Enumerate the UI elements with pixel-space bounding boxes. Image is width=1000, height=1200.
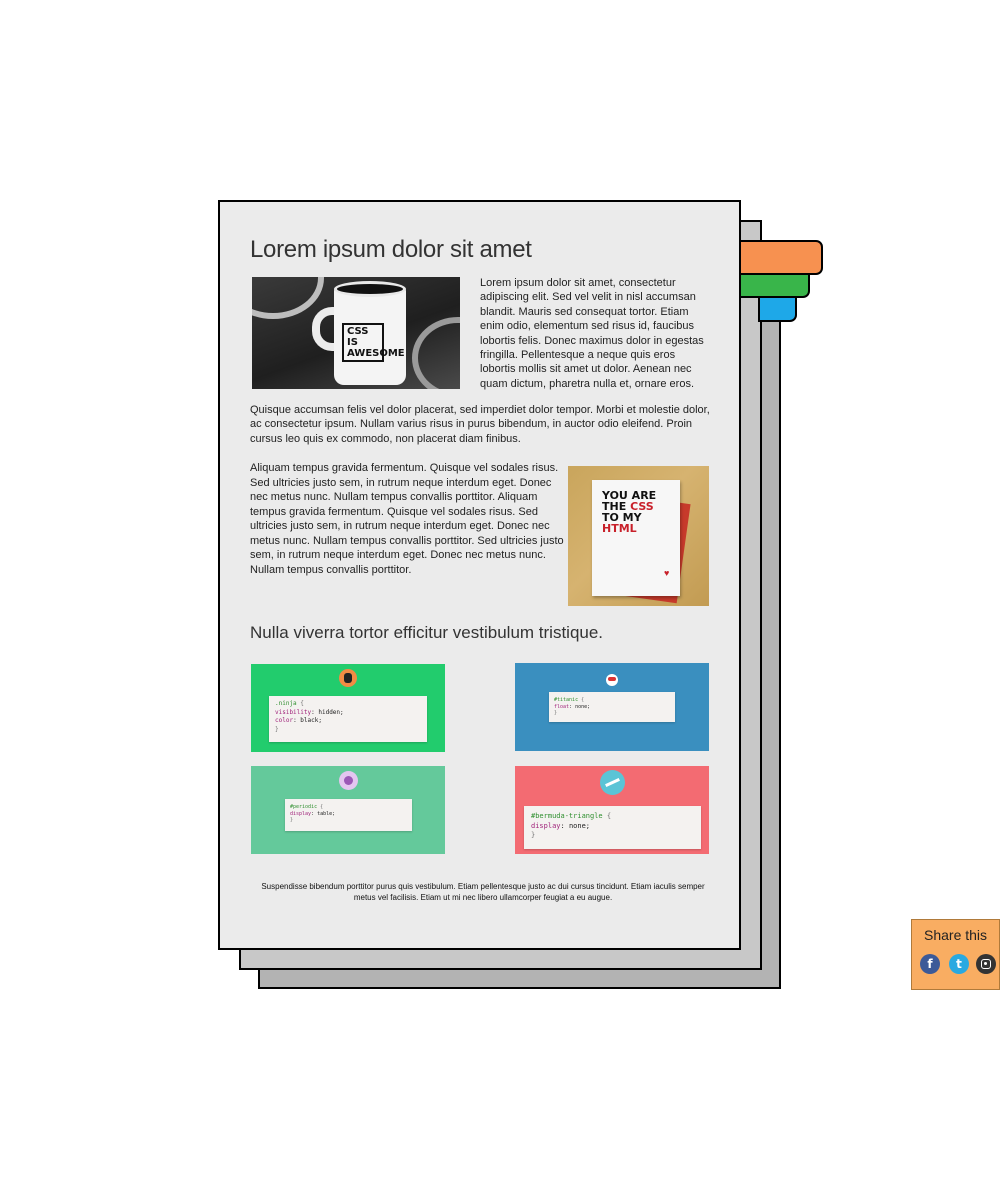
- code-box: .ninja { visibility: hidden; color: blac…: [269, 696, 427, 742]
- mug-label-line: IS: [347, 337, 358, 348]
- ship-avatar-icon: [606, 674, 618, 686]
- code-property: display: [531, 821, 561, 830]
- code-line: visibility: hidden;: [275, 708, 344, 716]
- code-line: }: [554, 710, 558, 716]
- code-brace: {: [296, 700, 304, 707]
- section-title: Nulla viverra tortor efficitur vestibulu…: [250, 623, 604, 642]
- mug-label-line: CSS: [347, 326, 369, 337]
- share-widget: Share this f t: [911, 919, 1000, 990]
- share-label: Share this: [924, 927, 988, 943]
- footer-text: Suspendisse bibendum porttitor purus qui…: [261, 882, 705, 902]
- code-line: display: none;: [531, 821, 591, 830]
- card-text: YOU ARE THE CSS TO MY HTML: [602, 490, 682, 534]
- code-line: .ninja {: [275, 700, 421, 709]
- code-selector: #titanic: [554, 697, 579, 703]
- greeting-card: YOU ARE THE CSS TO MY HTML ♥: [592, 480, 680, 596]
- code-tile-ninja[interactable]: .ninja { visibility: hidden; color: blac…: [251, 664, 445, 752]
- code-box: #titanic { float: none; }: [549, 692, 675, 722]
- heart-icon: ♥: [664, 568, 670, 578]
- instagram-icon[interactable]: [976, 954, 996, 974]
- paragraph-third: Aliquam tempus gravida fermentum. Quisqu…: [250, 462, 564, 576]
- page-title: Lorem ipsum dolor sit amet: [250, 236, 532, 263]
- code-value: black;: [296, 717, 322, 724]
- ninja-avatar-icon: [339, 669, 357, 687]
- code-value: hidden;: [314, 708, 344, 716]
- code-tile-bermuda[interactable]: #bermuda-triangle { display: none; }: [515, 766, 709, 854]
- mug-label-line: AWESOME: [347, 348, 405, 359]
- card-line: HTML: [602, 522, 637, 535]
- code-selector: .ninja: [275, 700, 297, 707]
- code-brace: {: [578, 697, 585, 703]
- code-tile-periodic[interactable]: #periodic { display: table; }: [251, 766, 445, 854]
- paragraph-second: Quisque accumsan felis vel dolor placera…: [250, 404, 710, 445]
- code-property: visibility: [275, 708, 312, 716]
- code-property: float: [554, 703, 570, 710]
- code-value: none;: [572, 703, 591, 710]
- mug-rim: [334, 281, 406, 297]
- code-box: #bermuda-triangle { display: none; }: [524, 806, 701, 849]
- card-photo: YOU ARE THE CSS TO MY HTML ♥: [568, 466, 709, 606]
- code-line: }: [275, 725, 279, 733]
- code-line: color: black;: [275, 717, 322, 724]
- code-brace: {: [602, 812, 612, 820]
- code-tile-titanic[interactable]: #titanic { float: none; }: [515, 663, 709, 751]
- mug-label: CSS IS AWESOME: [342, 323, 405, 362]
- code-line: }: [290, 817, 294, 823]
- facebook-icon[interactable]: f: [920, 954, 940, 974]
- mug-photo: CSS IS AWESOME: [252, 277, 460, 389]
- code-line: }: [531, 831, 536, 839]
- code-selector: #bermuda-triangle: [531, 812, 603, 820]
- code-property: display: [290, 810, 312, 817]
- code-box: #periodic { display: table; }: [285, 799, 412, 831]
- facebook-glyph: f: [927, 957, 933, 971]
- code-property: color: [275, 717, 294, 724]
- atom-avatar-icon: [339, 771, 358, 790]
- instagram-lens: [984, 962, 987, 965]
- twitter-icon[interactable]: t: [949, 954, 969, 974]
- twitter-glyph: t: [956, 957, 962, 971]
- code-line: #bermuda-triangle {: [531, 812, 694, 822]
- plane-avatar-icon: [600, 770, 625, 795]
- code-value: none;: [564, 821, 591, 830]
- code-brace: {: [317, 804, 324, 810]
- code-selector: #periodic: [290, 804, 318, 810]
- paragraph-intro: Lorem ipsum dolor sit amet, consectetur …: [480, 277, 704, 390]
- front-page: Lorem ipsum dolor sit amet CSS IS AWESOM…: [218, 200, 741, 950]
- code-value: table;: [314, 810, 336, 817]
